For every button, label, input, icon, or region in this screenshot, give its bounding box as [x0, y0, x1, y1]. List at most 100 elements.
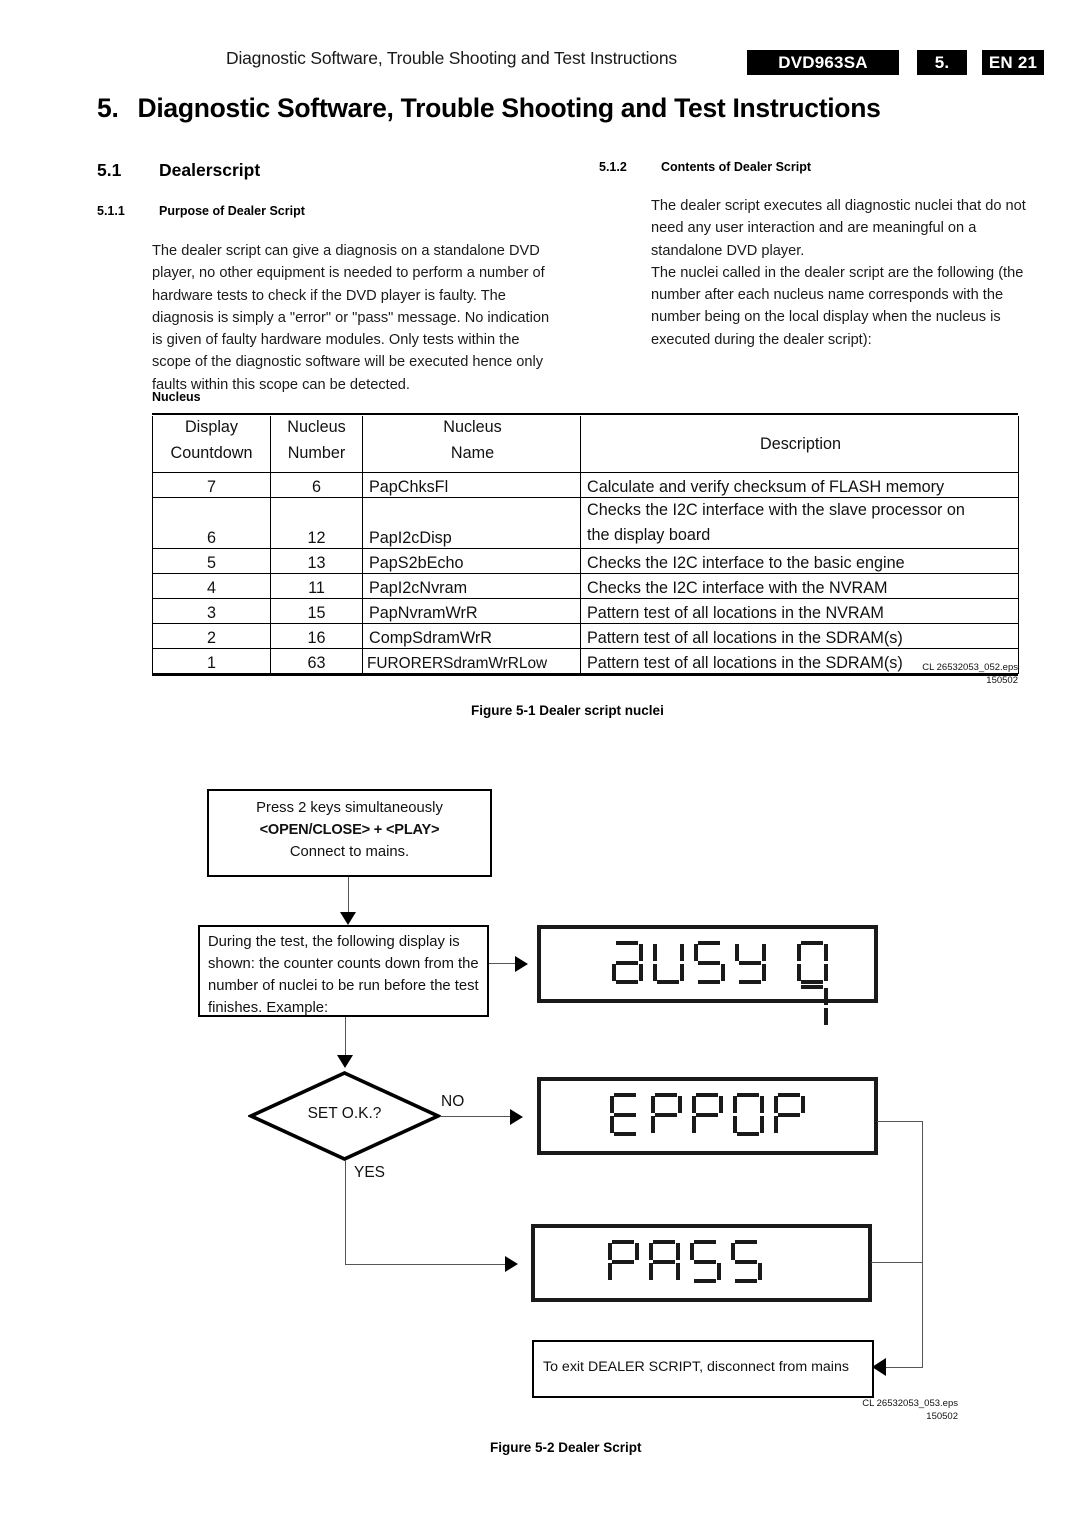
cell-nucleus-name: PapI2cDisp: [362, 496, 581, 549]
seg-char-R2: [691, 1093, 725, 1137]
seg-char-R1: [650, 1093, 684, 1137]
contents-body-text: The dealer script executes all diagnosti…: [651, 195, 1046, 351]
flow-start-line-3: Connect to mains.: [289, 844, 410, 860]
flow-branch-yes-label: YES: [354, 1164, 386, 1181]
cell-nucleus-name: PapNvramWrR: [362, 597, 581, 624]
cell-description-line-2: the display board: [587, 525, 711, 544]
header-nucleus-number-l1: Nucleus: [270, 416, 363, 444]
seg-char-7: [796, 985, 830, 1029]
cell-countdown: 7: [152, 471, 271, 498]
cell-nucleus-number: 6: [270, 471, 363, 498]
header-nucleus-number-l2: Number: [270, 444, 363, 473]
connector-return-bus-vertical: [922, 1121, 924, 1368]
cell-countdown: 6: [152, 496, 271, 549]
section-5-1-2-heading: 5.1.2 Contents of Dealer Script: [599, 160, 811, 174]
chapter-heading: 5. Diagnostic Software, Trouble Shooting …: [97, 93, 881, 124]
table-row: 4 11 PapI2cNvram Checks the I2C interfac…: [152, 572, 1019, 599]
display-error-text: [609, 1093, 814, 1137]
page-header: Diagnostic Software, Trouble Shooting an…: [0, 0, 1080, 82]
figure-1-eps-date: 150502: [986, 674, 1018, 686]
seg-char-E: [609, 1093, 643, 1137]
seg-char-A: [648, 1240, 682, 1284]
section-5-1-2-number: 5.1.2: [599, 160, 627, 174]
connector-pass-to-bus: [871, 1262, 923, 1264]
figure-1-eps-reference: CL 26532053_052.eps 150502: [818, 662, 1018, 687]
flow-exit-box: To exit DEALER SCRIPT, disconnect from m…: [532, 1340, 874, 1398]
cell-nucleus-name: PapS2bEcho: [362, 547, 581, 574]
seg-char-O: [732, 1093, 766, 1137]
header-nucleus-name-l1: Nucleus: [362, 416, 581, 444]
seg-char-S: [693, 941, 727, 985]
display-pass-text: [607, 1240, 771, 1284]
cell-nucleus-number: 63: [270, 647, 363, 674]
cell-nucleus-number: 15: [270, 597, 363, 624]
arrow-start-to-during: [340, 912, 356, 925]
display-busy: [537, 925, 878, 1025]
display-pass: [531, 1224, 872, 1302]
cell-countdown: 5: [152, 547, 271, 574]
figure-2-eps-reference: CL 26532053_053.eps 150502: [758, 1398, 958, 1423]
table-row: 7 6 PapChksFl Calculate and verify check…: [152, 471, 1019, 498]
seg-char-S1: [689, 1240, 723, 1284]
cell-description: Pattern test of all locations in the SDR…: [580, 622, 1019, 649]
purpose-paragraph: The dealer script can give a diagnosis o…: [152, 243, 550, 393]
figure-1-eps-id: CL 26532053_052.eps: [922, 662, 1018, 673]
nucleus-table-label: Nucleus: [152, 390, 201, 404]
cell-description-line-1: Checks the I2C interface with the slave …: [587, 500, 965, 519]
flow-decision-label: SET O.K.?: [307, 1105, 382, 1122]
section-5-1-heading: 5.1 Dealerscript: [97, 160, 260, 181]
cell-nucleus-name: CompSdramWrR: [362, 622, 581, 649]
page-number-badge: EN 21: [982, 50, 1044, 75]
connector-yes-vertical: [345, 1160, 347, 1265]
section-5-1-2-title: Contents of Dealer Script: [661, 160, 812, 174]
figure-2-eps-id: CL 26532053_053.eps: [862, 1398, 958, 1409]
flow-start-key-combo: <OPEN/CLOSE> + <PLAY>: [259, 822, 440, 838]
header-nucleus-name-l2: Name: [362, 444, 581, 473]
section-5-1-title: Dealerscript: [159, 160, 261, 180]
model-badge: DVD963SA: [747, 50, 899, 75]
seg-char-U: [652, 941, 686, 985]
seg-char-S2: [730, 1240, 764, 1284]
connector-bus-to-exit: [880, 1367, 923, 1369]
seg-char-P: [607, 1240, 641, 1284]
display-busy-counter: [796, 941, 874, 1029]
contents-paragraph-1: The dealer script executes all diagnosti…: [651, 198, 1026, 259]
arrow-yes-to-pass: [505, 1256, 518, 1272]
cell-description: Calculate and verify checksum of FLASH m…: [580, 471, 1019, 498]
section-5-1-1-heading: 5.1.1 Purpose of Dealer Script: [97, 204, 305, 218]
cell-countdown: 4: [152, 572, 271, 599]
table-row: 6 12 PapI2cDisp Checks the I2C interface…: [152, 496, 1019, 549]
arrow-during-to-busy: [515, 956, 528, 972]
connector-no-to-error: [440, 1116, 518, 1118]
flow-during-test-box: During the test, the following display i…: [198, 925, 489, 1017]
cell-countdown: 1: [152, 647, 271, 674]
flow-branch-no-label: NO: [441, 1093, 465, 1110]
cell-description: Checks the I2C interface to the basic en…: [580, 547, 1019, 574]
cell-nucleus-name: PapI2cNvram: [362, 572, 581, 599]
connector-error-to-bus: [877, 1121, 923, 1123]
cell-description: Checks the I2C interface with the NVRAM: [580, 572, 1019, 599]
contents-paragraph-2: The nuclei called in the dealer script a…: [651, 264, 1024, 348]
header-display-countdown-l2: Countdown: [152, 444, 271, 473]
cell-nucleus-number: 13: [270, 547, 363, 574]
cell-countdown: 3: [152, 597, 271, 624]
display-error: [537, 1077, 878, 1155]
flow-start-line-1: Press 2 keys simultaneously: [256, 800, 443, 816]
seg-char-0: [796, 941, 830, 985]
table-row: 5 13 PapS2bEcho Checks the I2C interface…: [152, 547, 1019, 574]
cell-nucleus-number: 12: [270, 496, 363, 549]
header-description: Description: [580, 416, 1019, 473]
flow-start-box: Press 2 keys simultaneously <OPEN/CLOSE>…: [207, 789, 492, 877]
seg-char-B: [611, 941, 645, 985]
purpose-body-text: The dealer script can give a diagnosis o…: [152, 240, 562, 396]
cell-description: Checks the I2C interface with the slave …: [580, 496, 1019, 549]
section-5-1-1-title: Purpose of Dealer Script: [159, 204, 305, 218]
table-body: 7 6 PapChksFl Calculate and verify check…: [152, 471, 1019, 674]
figure-2-eps-date: 150502: [926, 1410, 958, 1422]
cell-nucleus-name: FURORERSdramWrRLow: [362, 647, 581, 674]
chapter-heading-title: Diagnostic Software, Trouble Shooting an…: [137, 93, 881, 123]
running-header-title: Diagnostic Software, Trouble Shooting an…: [226, 48, 677, 68]
cell-nucleus-name: PapChksFl: [362, 471, 581, 498]
cell-description: Pattern test of all locations in the NVR…: [580, 597, 1019, 624]
dealer-script-nuclei-table: Display Nucleus Nucleus Description Coun…: [152, 413, 1019, 676]
